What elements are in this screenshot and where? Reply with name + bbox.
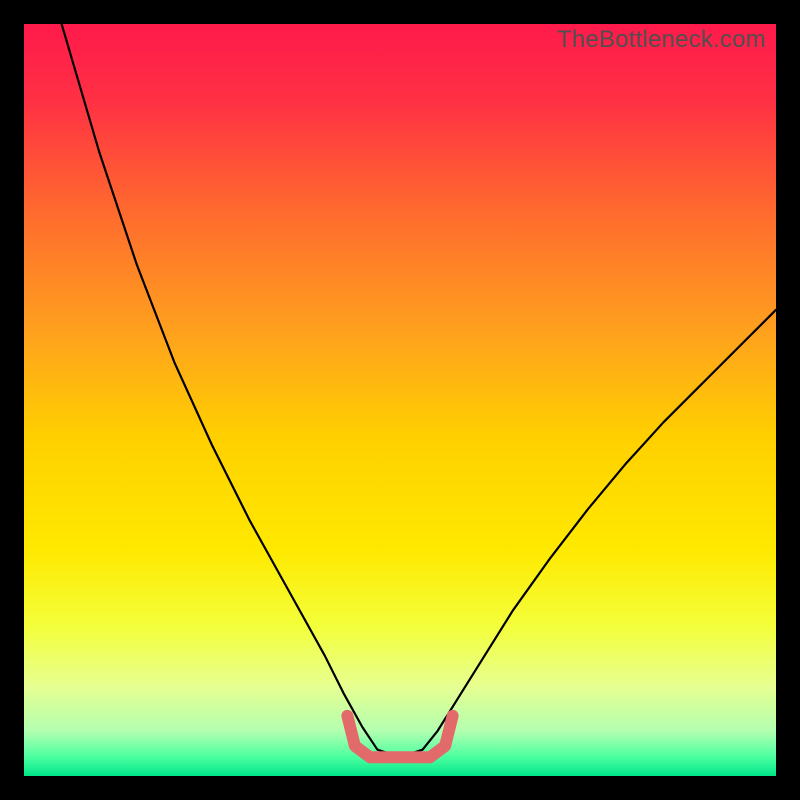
watermark-label: TheBottleneck.com: [557, 26, 766, 54]
flat-bottom-highlight: [347, 716, 452, 757]
chart-frame: TheBottleneck.com: [0, 0, 800, 800]
plot-area: TheBottleneck.com: [24, 24, 776, 776]
bottleneck-curve: [62, 24, 776, 757]
curves-layer: [24, 24, 776, 776]
